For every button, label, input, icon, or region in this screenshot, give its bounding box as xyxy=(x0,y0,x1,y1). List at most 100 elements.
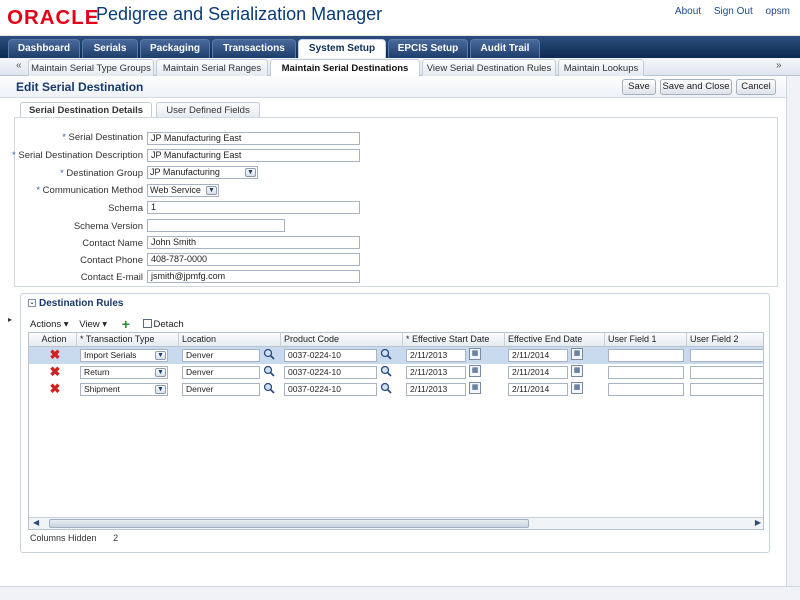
bottom-scrollbar[interactable] xyxy=(0,586,800,600)
start-date-input[interactable]: 2/11/2013 xyxy=(406,383,466,396)
subtab-destination-rules[interactable]: View Serial Destination Rules xyxy=(422,59,556,76)
main-tab-bar: Dashboard Serials Packaging Transactions… xyxy=(0,36,800,58)
detail-tabs: Serial Destination Details User Defined … xyxy=(0,100,800,118)
vertical-scrollbar[interactable] xyxy=(786,76,800,586)
transaction-type-select[interactable]: Import Serials ▼ xyxy=(80,349,168,362)
rules-toolbar: Actions ▾ View ▾ + Detach xyxy=(30,316,184,332)
tab-destination-details[interactable]: Serial Destination Details xyxy=(20,102,152,118)
destination-rules-header[interactable]: ⌄ Destination Rules xyxy=(28,298,123,309)
location-input[interactable]: Denver xyxy=(182,349,260,362)
table-row[interactable]: ✖ Shipment ▼ Denver 0037-0224-10 2/11/201… xyxy=(29,381,763,398)
delete-icon[interactable]: ✖ xyxy=(49,382,61,395)
table-row[interactable]: ✖ Return ▼ Denver 0037-0224-10 2/11/2013 … xyxy=(29,364,763,381)
delete-icon[interactable]: ✖ xyxy=(49,348,61,361)
scrollbar-thumb[interactable] xyxy=(49,519,529,528)
delete-icon[interactable]: ✖ xyxy=(49,365,61,378)
transaction-type-select[interactable]: Shipment ▼ xyxy=(80,383,168,396)
contact-email-input[interactable]: jsmith@jpmfg.com xyxy=(147,270,360,283)
tab-dashboard[interactable]: Dashboard xyxy=(8,39,80,58)
col-transaction-type[interactable]: * Transaction Type xyxy=(77,333,179,347)
user-field-2-input[interactable] xyxy=(690,383,763,396)
contact-name-input[interactable]: John Smith xyxy=(147,236,360,249)
scroll-left-arrow-icon[interactable]: ◀ xyxy=(33,518,39,527)
user-field-1-input[interactable] xyxy=(608,366,684,379)
search-icon[interactable] xyxy=(380,348,392,360)
transaction-type-select[interactable]: Return ▼ xyxy=(80,366,168,379)
search-icon[interactable] xyxy=(263,382,275,394)
end-date-input[interactable]: 2/11/2014 xyxy=(508,383,568,396)
description-input[interactable]: JP Manufacturing East xyxy=(147,149,360,162)
tab-epcis-setup[interactable]: EPCIS Setup xyxy=(388,39,468,58)
scroll-left-icon[interactable]: « xyxy=(16,60,22,71)
detach-button[interactable]: Detach xyxy=(142,319,184,330)
col-product-code[interactable]: Product Code xyxy=(281,333,403,347)
contact-email-label: Contact E-mail xyxy=(80,272,143,283)
col-effective-end-date[interactable]: Effective End Date xyxy=(505,333,605,347)
sign-out-link[interactable]: Sign Out xyxy=(714,6,753,17)
save-and-close-button[interactable]: Save and Close xyxy=(660,79,732,95)
user-field-2-input[interactable] xyxy=(690,349,763,362)
col-user-field-2[interactable]: User Field 2 xyxy=(687,333,763,347)
subtab-serial-type-groups[interactable]: Maintain Serial Type Groups xyxy=(28,59,154,76)
user-field-1-input[interactable] xyxy=(608,383,684,396)
start-date-input[interactable]: 2/11/2013 xyxy=(406,366,466,379)
search-icon[interactable] xyxy=(380,382,392,394)
subtab-serial-destinations[interactable]: Maintain Serial Destinations xyxy=(270,59,420,76)
scroll-right-icon[interactable]: » xyxy=(776,60,782,71)
cancel-button[interactable]: Cancel xyxy=(736,79,776,95)
add-row-icon[interactable]: + xyxy=(122,316,130,332)
schema-version-input[interactable] xyxy=(147,219,285,232)
user-field-2-input[interactable] xyxy=(690,366,763,379)
save-button[interactable]: Save xyxy=(622,79,656,95)
tab-transactions[interactable]: Transactions xyxy=(212,39,296,58)
calendar-icon[interactable]: ▦ xyxy=(469,365,481,377)
col-location[interactable]: Location xyxy=(179,333,281,347)
destination-rules-table: Action * Transaction Type Location Produ… xyxy=(28,332,764,530)
col-action[interactable]: Action xyxy=(29,333,77,347)
view-menu[interactable]: View ▾ xyxy=(79,319,107,330)
table-row[interactable]: ✖ Import Serials ▼ Denver 0037-0224-10 2/… xyxy=(29,347,763,364)
tab-system-setup[interactable]: System Setup xyxy=(298,39,386,58)
tab-user-defined-fields[interactable]: User Defined Fields xyxy=(156,102,260,118)
search-icon[interactable] xyxy=(263,365,275,377)
schema-version-label: Schema Version xyxy=(73,221,143,232)
user-field-1-input[interactable] xyxy=(608,349,684,362)
columns-hidden-status: Columns Hidden 2 xyxy=(30,533,118,543)
horizontal-scrollbar[interactable]: ◀ ▶ xyxy=(29,517,763,529)
contact-phone-input[interactable]: 408-787-0000 xyxy=(147,253,360,266)
calendar-icon[interactable]: ▦ xyxy=(571,382,583,394)
start-date-input[interactable]: 2/11/2013 xyxy=(406,349,466,362)
communication-method-select[interactable]: Web Service ▼ xyxy=(147,184,219,197)
end-date-input[interactable]: 2/11/2014 xyxy=(508,349,568,362)
communication-method-label: * Communication Method xyxy=(36,185,143,196)
end-date-input[interactable]: 2/11/2014 xyxy=(508,366,568,379)
search-icon[interactable] xyxy=(263,348,275,360)
actions-menu[interactable]: Actions ▾ xyxy=(30,319,69,330)
scroll-right-arrow-icon[interactable]: ▶ xyxy=(755,518,761,527)
tab-packaging[interactable]: Packaging xyxy=(140,39,210,58)
location-input[interactable]: Denver xyxy=(182,366,260,379)
destination-group-select[interactable]: JP Manufacturing ▼ xyxy=(147,166,258,179)
collapse-icon[interactable]: ⌄ xyxy=(28,299,36,308)
calendar-icon[interactable]: ▦ xyxy=(469,382,481,394)
col-user-field-1[interactable]: User Field 1 xyxy=(605,333,687,347)
col-effective-start-date[interactable]: * Effective Start Date xyxy=(403,333,505,347)
schema-input[interactable]: 1 xyxy=(147,201,360,214)
location-input[interactable]: Denver xyxy=(182,383,260,396)
calendar-icon[interactable]: ▦ xyxy=(571,348,583,360)
calendar-icon[interactable]: ▦ xyxy=(571,365,583,377)
about-link[interactable]: About xyxy=(675,6,701,17)
product-code-input[interactable]: 0037-0224-10 xyxy=(284,366,377,379)
tab-serials[interactable]: Serials xyxy=(82,39,138,58)
tab-audit-trail[interactable]: Audit Trail xyxy=(470,39,540,58)
search-icon[interactable] xyxy=(380,365,392,377)
username-label: opsm xyxy=(765,6,790,17)
chevron-down-icon: ▼ xyxy=(245,168,256,177)
subtab-serial-ranges[interactable]: Maintain Serial Ranges xyxy=(156,59,268,76)
product-code-input[interactable]: 0037-0224-10 xyxy=(284,383,377,396)
serial-destination-input[interactable]: JP Manufacturing East xyxy=(147,132,360,145)
subtab-lookups[interactable]: Maintain Lookups xyxy=(558,59,644,76)
product-code-input[interactable]: 0037-0224-10 xyxy=(284,349,377,362)
panel-splitter-icon[interactable]: ▸ xyxy=(8,315,14,329)
calendar-icon[interactable]: ▦ xyxy=(469,348,481,360)
